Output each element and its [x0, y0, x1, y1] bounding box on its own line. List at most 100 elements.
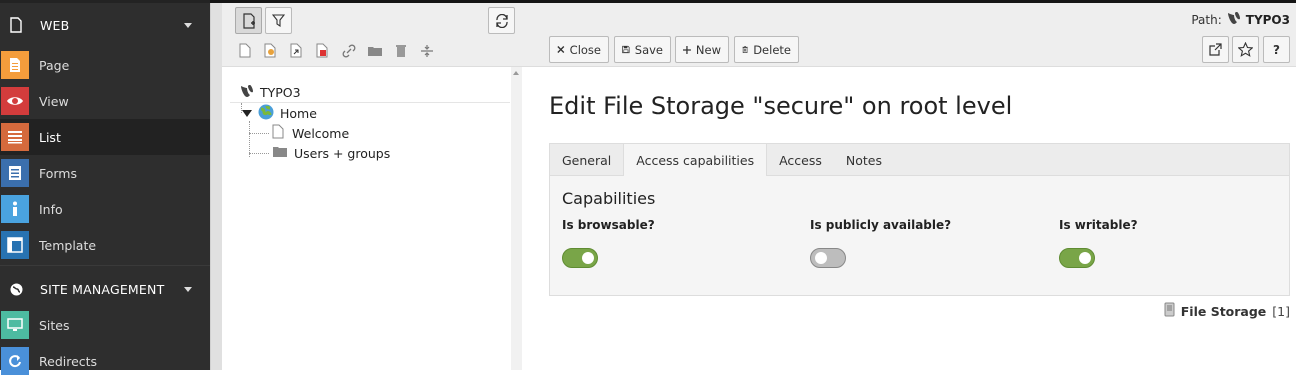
- is-public-toggle[interactable]: [810, 248, 846, 268]
- tab-general[interactable]: General: [550, 144, 623, 176]
- tree-node-home[interactable]: Home: [242, 103, 317, 123]
- page-type-standard-icon[interactable]: [235, 41, 254, 60]
- menu-item-label: Template: [39, 237, 97, 253]
- bookmark-button[interactable]: [1232, 36, 1259, 63]
- info-icon: [1, 195, 29, 223]
- menu-group-web[interactable]: WEB: [0, 3, 210, 47]
- field-is-public: Is publicly available?: [810, 218, 952, 268]
- folder-icon: [272, 146, 288, 161]
- save-button[interactable]: Save: [614, 36, 671, 63]
- page-type-mountpoint-icon[interactable]: [313, 41, 332, 60]
- menu-item-view[interactable]: View: [0, 83, 210, 119]
- tree-node-welcome[interactable]: Welcome: [272, 123, 349, 143]
- tree-scrollbar[interactable]: [511, 67, 522, 370]
- field-label: Is browsable?: [562, 218, 655, 232]
- eye-icon: [1, 87, 29, 115]
- file-icon: [8, 17, 24, 33]
- redirect-icon: [1, 347, 29, 375]
- is-writable-toggle[interactable]: [1059, 248, 1095, 268]
- menu-item-label: Page: [39, 57, 70, 73]
- page-type-backend-user-icon[interactable]: [261, 41, 280, 60]
- tab-access-capabilities[interactable]: Access capabilities: [623, 143, 768, 177]
- trash-icon: [742, 46, 748, 53]
- field-label: Is writable?: [1059, 218, 1138, 232]
- help-icon: ?: [1273, 42, 1280, 57]
- typo3-logo-icon: [1227, 11, 1241, 28]
- menu-item-label: List: [39, 129, 61, 145]
- open-new-window-button[interactable]: [1202, 36, 1229, 63]
- menu-divider: [0, 265, 210, 269]
- field-is-browsable: Is browsable?: [562, 218, 655, 268]
- file-storage-icon: [1164, 302, 1175, 320]
- menu-group-label: SITE MANAGEMENT: [40, 281, 165, 297]
- tree-node-label: Users + groups: [294, 145, 391, 161]
- tree-node-label: TYPO3: [260, 85, 301, 100]
- menu-item-label: Forms: [39, 165, 78, 181]
- menu-item-forms[interactable]: Forms: [0, 155, 210, 191]
- template-icon: [1, 231, 29, 259]
- tab-panel: Capabilities Is browsable? Is publicly a…: [549, 176, 1290, 296]
- menu-group-label: WEB: [40, 17, 70, 33]
- collapse-icon[interactable]: [242, 109, 252, 117]
- menu-item-label: Sites: [39, 317, 70, 333]
- doc-header: Path: TYPO3 Close Save New Delete ?: [524, 3, 1296, 67]
- record-info: File Storage [1]: [1164, 302, 1290, 320]
- new-button[interactable]: New: [675, 36, 729, 63]
- close-button[interactable]: Close: [549, 36, 609, 63]
- list-icon: [1, 123, 29, 151]
- close-icon: [557, 46, 565, 53]
- page-type-shortcut-icon[interactable]: [287, 41, 306, 60]
- path-value[interactable]: TYPO3: [1246, 13, 1290, 27]
- delete-button[interactable]: Delete: [734, 36, 799, 63]
- field-label: Is publicly available?: [810, 218, 952, 232]
- record-uid: [1]: [1272, 303, 1290, 319]
- refresh-button[interactable]: [488, 7, 515, 34]
- chevron-down-icon[interactable]: [184, 23, 192, 28]
- page-tree: TYPO3 Home Welcome Users + groups: [222, 67, 524, 370]
- save-icon: [622, 45, 630, 54]
- tree-node-root[interactable]: TYPO3: [230, 83, 510, 103]
- menu-item-redirects[interactable]: Redirects: [0, 343, 210, 379]
- page-icon: [1, 51, 29, 79]
- panel-resize-handle[interactable]: [210, 3, 222, 370]
- menu-item-page[interactable]: Page: [0, 47, 210, 83]
- forms-icon: [1, 159, 29, 187]
- section-title: Capabilities: [562, 189, 656, 208]
- new-page-types: [235, 41, 436, 60]
- record-type: File Storage: [1180, 303, 1267, 319]
- path-label: Path:: [1191, 12, 1222, 27]
- typo3-logo-icon: [240, 84, 254, 101]
- tab-access[interactable]: Access: [767, 144, 834, 176]
- menu-item-sites[interactable]: Sites: [0, 307, 210, 343]
- menu-item-template[interactable]: Template: [0, 227, 210, 263]
- menu-item-info[interactable]: Info: [0, 191, 210, 227]
- breadcrumb: Path: TYPO3: [1191, 11, 1290, 28]
- menu-group-site-management[interactable]: SITE MANAGEMENT: [0, 271, 210, 307]
- tree-node-users-groups[interactable]: Users + groups: [272, 143, 390, 163]
- tab-notes[interactable]: Notes: [834, 144, 894, 176]
- globe-icon: [258, 104, 274, 123]
- module-menu: WEB Page View List Forms Info Template S…: [0, 3, 210, 375]
- page-tree-panel: TYPO3 Home Welcome Users + groups: [222, 3, 524, 370]
- menu-item-label: View: [39, 93, 69, 109]
- menu-item-label: Redirects: [39, 353, 98, 369]
- field-is-writable: Is writable?: [1059, 218, 1138, 268]
- page-type-spacer-icon[interactable]: [417, 41, 436, 60]
- chevron-down-icon[interactable]: [184, 287, 192, 292]
- filter-button[interactable]: [265, 7, 292, 34]
- page-type-folder-icon[interactable]: [365, 41, 384, 60]
- tree-node-label: Home: [280, 105, 317, 121]
- menu-item-label: Info: [39, 201, 63, 217]
- menu-item-list[interactable]: List: [0, 119, 210, 155]
- page-type-recycler-icon[interactable]: [391, 41, 410, 60]
- new-label: New: [695, 42, 721, 57]
- help-button[interactable]: ?: [1263, 36, 1290, 63]
- new-page-toggle-button[interactable]: [235, 7, 262, 34]
- page-title: Edit File Storage "secure" on root level: [549, 92, 1013, 120]
- page-type-link-icon[interactable]: [339, 41, 358, 60]
- delete-label: Delete: [753, 42, 791, 57]
- filter-icon: [272, 14, 285, 27]
- is-browsable-toggle[interactable]: [562, 248, 598, 268]
- plus-icon: [683, 45, 691, 54]
- close-label: Close: [569, 42, 601, 57]
